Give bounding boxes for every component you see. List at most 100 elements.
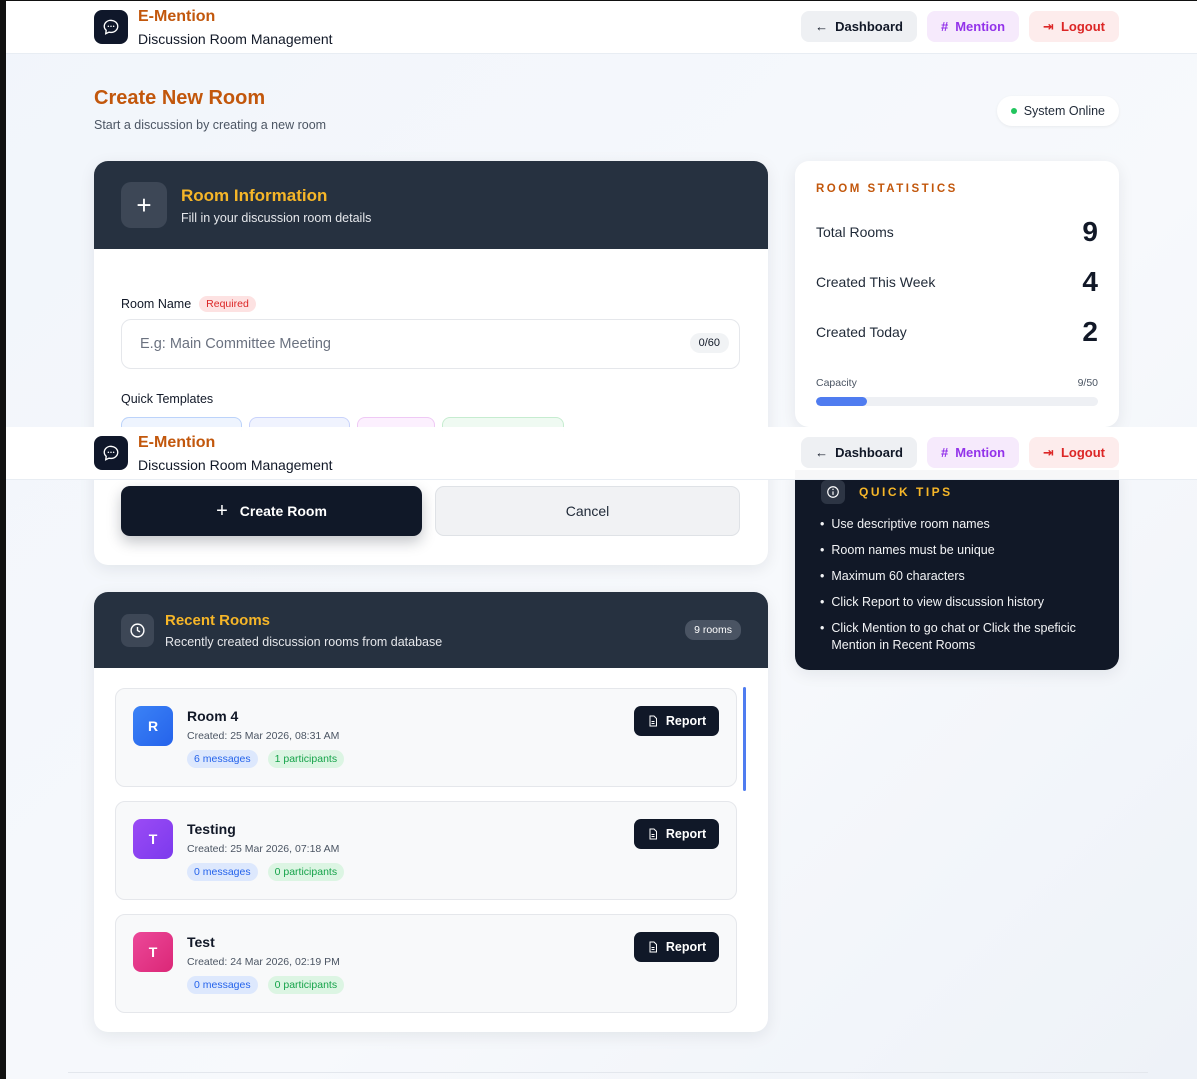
mention-label: Mention [955,19,1006,34]
form-header: + Room Information Fill in your discussi… [94,161,768,249]
quick-templates-label: Quick Templates [121,392,214,406]
stat-label: Created This Week [816,274,936,290]
create-room-label: Create Room [239,503,327,519]
mention-button[interactable]: # Mention [926,437,1020,468]
recent-subtitle: Recently created discussion rooms from d… [165,634,443,649]
mention-label: Mention [955,445,1006,460]
room-name-placeholder: E.g: Main Committee Meeting [140,336,331,352]
stat-label: Created Today [816,324,907,340]
participants-badge: 1 participants [267,750,345,768]
rooms-count-badge: 9 rooms [685,620,741,640]
scrollbar-thumb[interactable] [743,687,746,791]
create-room-button[interactable]: + Create Room [121,486,422,536]
chat-bubble-icon [94,436,128,470]
nav-buttons: ← Dashboard # Mention ⇥ Logout [801,11,1119,42]
info-icon [821,480,845,504]
room-item[interactable]: T Test Created: 24 Mar 2026, 02:19 PM 0 … [115,914,737,1013]
room-name: Room 4 [187,708,239,724]
brand: E-Mention Discussion Room Management [138,7,333,49]
status-text: System Online [1023,104,1105,118]
participants-badge: 0 participants [267,976,345,994]
chat-bubble-icon [94,10,128,44]
avatar: T [133,819,173,859]
document-icon [649,941,657,953]
report-label: Report [665,940,707,954]
stat-value: 9 [1082,216,1098,247]
quick-tips-card: QUICK TIPS • Use descriptive room names •… [795,470,1119,670]
brand-title: E-Mention [138,8,216,25]
room-item[interactable]: R Room 4 Created: 25 Mar 2026, 08:31 AM … [115,688,737,787]
room-form-card: + Room Information Fill in your discussi… [94,161,768,565]
required-badge: Required [199,296,256,312]
brand: E-Mention Discussion Room Management [138,433,333,475]
tip-item: • Room names must be unique [820,543,995,557]
capacity-label: Capacity [816,377,857,389]
tip-item: • Use descriptive room names [820,517,990,531]
report-label: Report [665,714,707,728]
room-name: Test [187,934,215,950]
hash-icon: # [940,19,949,34]
capacity-row: Capacity 9/50 [816,377,1098,389]
room-name-input[interactable]: E.g: Main Committee Meeting 0/60 [121,319,740,369]
logout-icon: ⇥ [1043,18,1054,34]
dashboard-button[interactable]: ← Dashboard [801,11,917,42]
stat-label: Total Rooms [816,224,894,240]
nav-buttons: ← Dashboard # Mention ⇥ Logout [801,437,1119,468]
brand-subtitle: Discussion Room Management [138,457,333,473]
top-navbar: E-Mention Discussion Room Management ← D… [6,1,1197,54]
report-button[interactable]: Report [634,932,719,962]
document-icon [649,715,657,727]
dashboard-label: Dashboard [835,19,903,34]
tip-item: • Click Mention to go chat or Click the s… [820,621,1076,652]
form-subtitle: Fill in your discussion room details [181,210,372,225]
room-name-label: Room Name [121,297,192,311]
stat-created-week: Created This Week 4 [816,266,1098,298]
page-subtitle: Start a discussion by creating a new roo… [94,118,327,132]
stat-total-rooms: Total Rooms 9 [816,216,1098,248]
room-name-label-row: Room Name Required [121,296,256,312]
brand-subtitle: Discussion Room Management [138,31,333,47]
recent-title: Recent Rooms [165,611,271,629]
capacity-bar-fill [816,397,867,406]
arrow-left-icon: ← [815,445,829,460]
capacity-bar [816,397,1098,406]
messages-badge: 0 messages [187,976,258,994]
stat-created-today: Created Today 2 [816,316,1098,348]
dashboard-button[interactable]: ← Dashboard [801,437,917,468]
room-item[interactable]: T Testing Created: 25 Mar 2026, 07:18 AM… [115,801,737,900]
dashboard-label: Dashboard [835,445,903,460]
tips-list: • Use descriptive room names • Room names … [820,516,1090,663]
online-dot-icon [1010,108,1017,114]
avatar: R [133,706,173,746]
status-badge: System Online [996,96,1119,126]
logout-button[interactable]: ⇥ Logout [1029,437,1119,468]
logout-icon: ⇥ [1043,444,1054,460]
report-button[interactable]: Report [634,819,719,849]
logout-button[interactable]: ⇥ Logout [1029,11,1119,42]
stat-value: 2 [1082,316,1098,347]
stat-value: 4 [1082,266,1098,297]
room-created: Created: 24 Mar 2026, 02:19 PM [187,956,340,968]
tip-item: • Maximum 60 characters [820,569,965,583]
capacity-value: 9/50 [1077,377,1098,389]
room-name: Testing [187,821,236,837]
participants-badge: 0 participants [267,863,345,881]
page-title: Create New Room [94,87,266,109]
arrow-left-icon: ← [815,19,829,34]
document-icon [649,828,657,840]
recent-rooms-card: Recent Rooms Recently created discussion… [94,592,768,1032]
stats-heading: ROOM STATISTICS [816,183,958,195]
room-statistics-card: ROOM STATISTICS Total Rooms 9 Created Th… [795,161,1119,427]
cancel-button[interactable]: Cancel [435,486,740,536]
messages-badge: 0 messages [187,863,258,881]
plus-icon: + [121,182,167,228]
char-counter: 0/60 [689,333,729,353]
top-navbar-overlay: E-Mention Discussion Room Management ← D… [6,427,1197,480]
room-created: Created: 25 Mar 2026, 08:31 AM [187,730,340,742]
plus-icon: + [216,499,228,522]
avatar: T [133,932,173,972]
mention-button[interactable]: # Mention [926,11,1020,42]
report-label: Report [665,827,707,841]
room-created: Created: 25 Mar 2026, 07:18 AM [187,843,340,855]
report-button[interactable]: Report [634,706,719,736]
